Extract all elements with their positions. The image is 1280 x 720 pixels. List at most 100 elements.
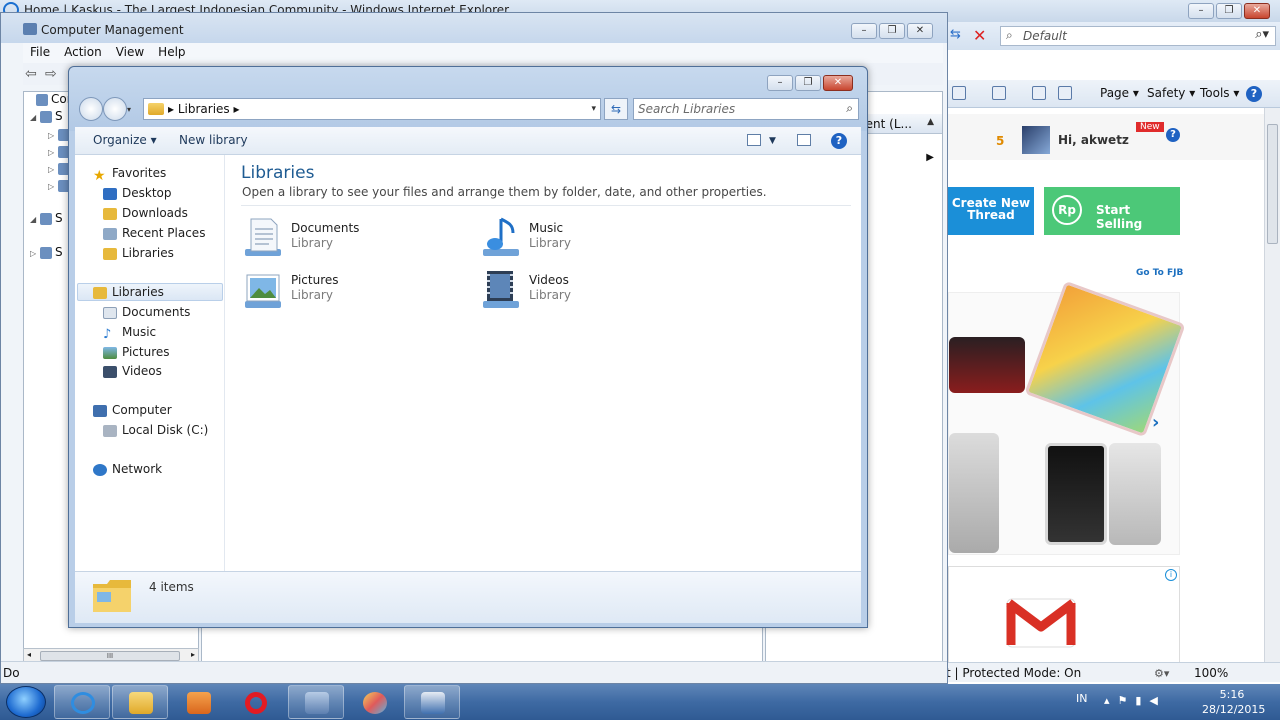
address-dropdown-icon[interactable]: ▾: [591, 104, 596, 114]
phone-image[interactable]: [1024, 280, 1186, 438]
phone-image[interactable]: [949, 433, 999, 553]
ie-help-icon[interactable]: ?: [1246, 86, 1262, 102]
scroll-right-icon[interactable]: ▸: [191, 650, 195, 659]
organize-button[interactable]: Organize ▾: [93, 133, 157, 147]
preview-pane-icon[interactable]: [797, 134, 811, 146]
library-pictures[interactable]: Pictures Library: [241, 267, 461, 313]
new-library-button[interactable]: New library: [179, 133, 248, 147]
nav-favorites-libraries[interactable]: Libraries: [103, 246, 174, 260]
ie-maximize-button[interactable]: ❐: [1216, 3, 1242, 19]
search-input[interactable]: [638, 101, 834, 117]
ie-search-box[interactable]: ⌕ Default ⌕▾: [1000, 26, 1276, 46]
nav-favorites[interactable]: ★ Favorites: [93, 166, 166, 184]
nav-libraries[interactable]: Libraries: [93, 285, 164, 299]
explorer-close-button[interactable]: ✕: [823, 75, 853, 91]
tree-item[interactable]: ◢ S: [30, 211, 63, 225]
nav-local-disk[interactable]: Local Disk (C:): [103, 423, 208, 437]
menu-view[interactable]: View: [109, 43, 151, 63]
content-pane: Libraries Open a library to see your fil…: [227, 155, 861, 571]
start-selling-button[interactable]: Rp Start Selling: [1044, 187, 1180, 235]
carousel-next-icon[interactable]: ›: [1152, 412, 1159, 433]
taskbar-windows-explorer[interactable]: [112, 685, 168, 719]
tree-item[interactable]: ▷ S: [30, 245, 63, 259]
explorer-minimize-button[interactable]: –: [767, 75, 793, 91]
ie-minimize-button[interactable]: –: [1188, 3, 1214, 19]
notification-count[interactable]: 5: [996, 134, 1004, 148]
opera-icon: [245, 692, 267, 714]
forward-button[interactable]: [103, 97, 127, 121]
refresh-button[interactable]: ⇆: [604, 98, 628, 120]
print-icon[interactable]: [1058, 86, 1072, 100]
taskbar-media-player[interactable]: [170, 685, 226, 719]
explorer-maximize-button[interactable]: ❐: [795, 75, 821, 91]
nav-desktop[interactable]: Desktop: [103, 186, 172, 200]
cm-minimize-button[interactable]: –: [851, 23, 877, 39]
system-tray-icons[interactable]: ▴⚑▮◀: [1104, 694, 1166, 707]
taskbar-internet-explorer[interactable]: [54, 685, 110, 719]
search-box[interactable]: ⌕: [633, 98, 859, 120]
nav-pictures[interactable]: Pictures: [103, 345, 170, 359]
create-new-thread-button[interactable]: Create New Thread: [948, 187, 1034, 235]
cm-maximize-button[interactable]: ❐: [879, 23, 905, 39]
view-dropdown-icon[interactable]: ▼: [769, 136, 776, 146]
breadcrumb[interactable]: ▸ Libraries ▸: [168, 102, 240, 116]
taskbar-paint[interactable]: [346, 685, 402, 719]
nav-computer[interactable]: Computer: [93, 403, 172, 417]
forward-arrow-icon[interactable]: ⇨: [45, 66, 57, 82]
ad-banner[interactable]: i: [948, 566, 1180, 663]
security-icon[interactable]: ⚙▾: [1154, 667, 1169, 680]
product-carousel[interactable]: [948, 280, 1186, 555]
library-videos[interactable]: Videos Library: [479, 267, 699, 313]
taskbar-computer-management[interactable]: [288, 685, 344, 719]
back-arrow-icon[interactable]: ⇦: [25, 66, 37, 82]
menu-action[interactable]: Action: [57, 43, 109, 63]
home-icon[interactable]: [952, 86, 966, 100]
recent-pages-dropdown-icon[interactable]: ▾: [127, 105, 131, 114]
clock[interactable]: 5:16 28/12/2015: [1202, 687, 1265, 717]
ie-tools-menu[interactable]: Tools ▾: [1200, 86, 1239, 100]
phone-image[interactable]: [1045, 443, 1107, 545]
feeds-icon[interactable]: [992, 86, 1006, 100]
nav-downloads[interactable]: Downloads: [103, 206, 188, 220]
ie-vertical-scrollbar[interactable]: [1264, 108, 1280, 663]
back-button[interactable]: [79, 97, 103, 121]
scroll-left-icon[interactable]: ◂: [27, 650, 31, 659]
menu-file[interactable]: File: [23, 43, 57, 63]
library-music[interactable]: Music Library: [479, 215, 699, 261]
laptop-image[interactable]: [949, 337, 1025, 393]
ie-stop-icon[interactable]: ✕: [973, 26, 993, 46]
phone-image[interactable]: [1109, 443, 1161, 545]
ie-page-menu[interactable]: Page ▾: [1100, 86, 1139, 100]
nav-documents[interactable]: Documents: [103, 305, 190, 319]
collapse-up-icon[interactable]: ▲: [927, 117, 934, 127]
taskbar-opera[interactable]: [228, 685, 284, 719]
mail-icon[interactable]: [1032, 86, 1046, 100]
go-to-fjb-link[interactable]: Go To FJB: [1136, 268, 1183, 278]
help-icon[interactable]: ?: [831, 133, 847, 149]
more-actions-icon[interactable]: ▶: [926, 152, 934, 163]
language-indicator[interactable]: IN: [1076, 692, 1087, 705]
change-view-icon[interactable]: [747, 134, 761, 146]
cm-close-button[interactable]: ✕: [907, 23, 933, 39]
start-button[interactable]: [6, 686, 46, 718]
kaskus-help-icon[interactable]: ?: [1166, 128, 1180, 142]
menu-help[interactable]: Help: [151, 43, 192, 63]
tree-item[interactable]: ◢ S: [30, 109, 63, 123]
ad-info-icon[interactable]: i: [1165, 569, 1177, 581]
taskbar-remote-desktop[interactable]: [404, 685, 460, 719]
nav-network[interactable]: Network: [93, 462, 162, 476]
search-go-icon[interactable]: ⌕▾: [1255, 27, 1269, 42]
ie-refresh-icon[interactable]: ⇆: [950, 27, 968, 45]
library-documents[interactable]: Documents Library: [241, 215, 461, 261]
nav-music[interactable]: ♪ Music: [103, 325, 156, 342]
address-bar[interactable]: ▸ Libraries ▸ ▾: [143, 98, 601, 120]
ie-close-button[interactable]: ✕: [1244, 3, 1270, 19]
avatar[interactable]: [1022, 126, 1050, 154]
user-greeting[interactable]: Hi, akwetz: [1058, 133, 1129, 147]
ie-safety-menu[interactable]: Safety ▾: [1147, 86, 1195, 100]
scroll-thumb[interactable]: III: [40, 651, 180, 661]
nav-videos[interactable]: Videos: [103, 364, 162, 378]
scroll-thumb[interactable]: [1267, 124, 1278, 244]
zoom-level[interactable]: 100%: [1194, 666, 1228, 680]
nav-recent-places[interactable]: Recent Places: [103, 226, 205, 240]
